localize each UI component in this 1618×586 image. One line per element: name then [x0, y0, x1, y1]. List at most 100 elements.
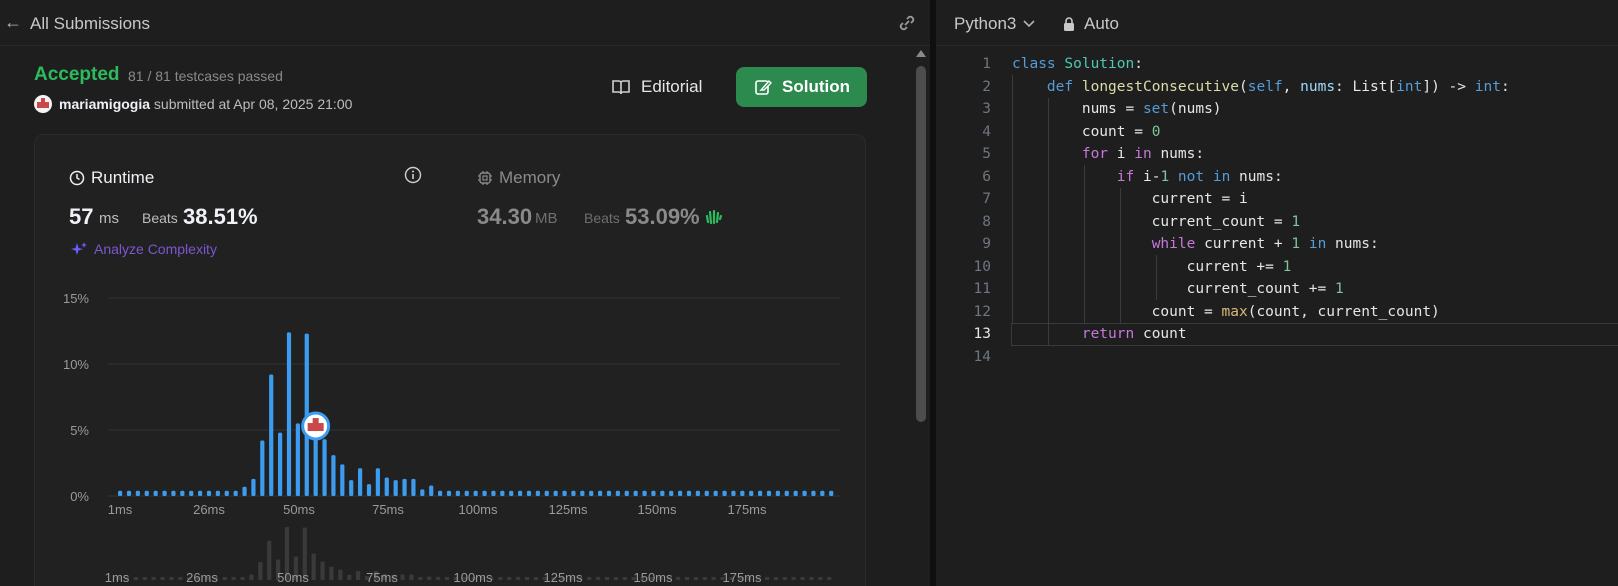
line-number: 5: [982, 146, 991, 162]
mini-x-tick-label: 100ms: [453, 570, 493, 585]
y-tick-label: 5%: [70, 423, 89, 438]
chart-bar: [473, 490, 478, 496]
editor-header: Python3 Auto: [936, 0, 1618, 46]
mini-chart-bar: [258, 562, 263, 580]
code-line: 9 while current + 1 in nums:: [936, 233, 1618, 256]
mini-chart-bar: [409, 574, 414, 580]
mini-chart-bar: [418, 577, 423, 580]
mini-chart-bar: [684, 577, 690, 580]
mini-chart-bar: [809, 577, 814, 580]
chart-bar: [571, 490, 576, 496]
line-number: 1: [982, 56, 991, 72]
code-text: current = i: [1012, 191, 1248, 207]
chart-bar: [269, 374, 274, 496]
mini-chart-bar: [533, 577, 538, 580]
code-line: 4 count = 0: [936, 121, 1618, 144]
chart-bar: [153, 490, 158, 496]
code-line: 8 current_count = 1: [936, 211, 1618, 234]
chart-bar: [704, 490, 709, 496]
chart-bar: [553, 490, 558, 496]
chart-bar: [589, 490, 594, 496]
chart-bar: [322, 439, 327, 496]
chart-bar: [446, 490, 452, 496]
chart-bar: [678, 490, 683, 496]
mini-chart-bar: [791, 577, 796, 580]
chart-bar: [669, 490, 674, 496]
mini-chart-bar: [587, 577, 592, 580]
code-editor[interactable]: 1 class Solution: 2 def longestConsecutiv…: [936, 53, 1618, 368]
chart-bar: [695, 490, 700, 496]
chart-bar: [331, 455, 336, 496]
chart-bar: [375, 468, 380, 496]
mini-chart-bar: [231, 577, 236, 580]
mini-x-tick-label: 150ms: [633, 570, 673, 585]
code-line: 6 if i-1 not in nums:: [936, 166, 1618, 189]
submission-marker-avatar-detail: [312, 418, 319, 425]
line-number: 2: [982, 78, 991, 95]
mini-chart-bar: [142, 577, 147, 580]
code-line: 13 return count: [936, 323, 1618, 346]
chart-bar: [242, 486, 247, 496]
chart-bar: [544, 490, 549, 496]
chart-bar: [562, 490, 567, 496]
code-panel: Python3 Auto 1 class Solution: 2 def long…: [936, 0, 1618, 586]
line-number: 8: [982, 213, 991, 230]
chart-bar: [260, 440, 265, 496]
chart-bar: [766, 490, 772, 496]
mini-chart-bar: [524, 577, 530, 580]
chart-bar: [598, 490, 603, 496]
chart-bar: [144, 490, 149, 496]
mini-chart-bar: [267, 540, 272, 580]
chart-bar: [162, 490, 167, 496]
mini-chart-bar: [507, 577, 512, 580]
chart-bar: [126, 490, 132, 496]
code-text: count = max(count, current_count): [1012, 303, 1440, 320]
chart-bar: [420, 489, 425, 496]
mini-chart-bar: [436, 577, 441, 580]
code-line: 11 current_count += 1: [936, 278, 1618, 301]
code-text: return count: [1081, 326, 1187, 342]
chart-bar: [358, 468, 363, 496]
chart-bar: [189, 490, 194, 496]
mini-chart-bar: [604, 577, 610, 580]
chart-bar: [713, 490, 718, 496]
x-tick-label: 26ms: [193, 502, 225, 517]
code-text: def longestConsecutive(self, nums: List[…: [1046, 78, 1510, 95]
chart-bar: [624, 490, 629, 496]
chart-bar: [464, 490, 469, 496]
chart-bar: [518, 490, 523, 496]
code-line: 10 current += 1: [936, 256, 1618, 279]
chart-bar: [722, 490, 727, 496]
mini-chart-bar: [338, 569, 343, 580]
chart-bar: [180, 490, 185, 496]
line-number: 13: [973, 326, 991, 342]
chart-bar: [278, 432, 283, 496]
code-text: if i-1 not in nums:: [1116, 168, 1283, 185]
auto-mode-toggle[interactable]: Auto: [1062, 14, 1119, 34]
line-number: 6: [982, 168, 991, 185]
chart-bar: [429, 485, 434, 496]
x-tick-label: 125ms: [548, 502, 588, 517]
mini-chart-bar: [596, 577, 601, 580]
code-line: 7 current = i: [936, 188, 1618, 211]
language-select[interactable]: Python3: [954, 14, 1036, 34]
mini-chart-bar: [160, 577, 165, 580]
mini-chart-bar: [151, 577, 156, 580]
mini-chart-bar: [693, 577, 698, 580]
line-number: 9: [982, 236, 991, 252]
code-line: 5 for i in nums:: [936, 143, 1618, 166]
x-tick-label: 175ms: [727, 502, 767, 517]
mini-x-tick-label: 50ms: [277, 570, 309, 585]
x-tick-label: 150ms: [637, 502, 677, 517]
chart-bar: [224, 490, 229, 496]
mode-label: Auto: [1084, 14, 1119, 33]
chart-bar: [651, 490, 656, 496]
chart-bar: [606, 490, 612, 496]
code-text: count = 0: [1012, 123, 1161, 140]
mini-chart-bar: [427, 576, 432, 580]
chart-bar: [615, 490, 620, 496]
line-number: 7: [982, 191, 991, 207]
mini-chart-bar: [800, 577, 805, 580]
mini-x-tick-label: 26ms: [186, 570, 218, 585]
chart-bar: [500, 490, 505, 496]
